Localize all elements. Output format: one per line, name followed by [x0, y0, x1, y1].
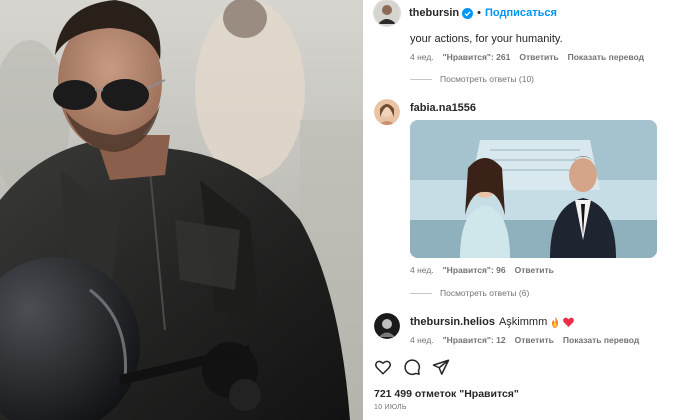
verified-badge-icon — [462, 7, 474, 19]
gif-illustration — [410, 120, 657, 258]
comment-likes[interactable]: "Нравится": 12 — [443, 335, 506, 345]
comment-text: Aşkimmm — [498, 316, 548, 328]
comment-time: 4 нед. — [410, 335, 434, 345]
view-replies-button[interactable]: Посмотреть ответы (10) — [410, 74, 534, 84]
comment-time: 4 нед. — [410, 52, 434, 62]
comment-gif-image[interactable] — [410, 120, 657, 258]
reply-button[interactable]: Ответить — [515, 265, 554, 275]
post-actions — [374, 358, 450, 376]
red-heart-icon — [563, 317, 575, 327]
comment-time: 4 нед. — [410, 265, 434, 275]
heart-icon[interactable] — [374, 358, 392, 376]
view-replies-label: Посмотреть ответы (10) — [440, 74, 534, 84]
share-icon[interactable] — [432, 358, 450, 376]
comment-username[interactable]: fabia.na1556 — [410, 102, 476, 114]
reply-button[interactable]: Ответить — [515, 335, 554, 345]
avatar[interactable] — [374, 313, 400, 339]
comment-text: your actions, for your humanity. — [410, 33, 563, 45]
avatar[interactable] — [374, 99, 400, 125]
reply-button[interactable]: Ответить — [519, 52, 558, 62]
post-panel: thebursin • Подписаться your actions, fo… — [363, 0, 680, 420]
view-replies-label: Посмотреть ответы (6) — [440, 288, 530, 298]
comment-username[interactable]: thebursin.helios — [410, 316, 495, 328]
comment-icon[interactable] — [403, 358, 421, 376]
comment-meta: 4 нед. "Нравится": 96 Ответить — [410, 265, 554, 275]
likes-count[interactable]: 721 499 отметок "Нравится" — [374, 388, 519, 400]
view-replies-button[interactable]: Посмотреть ответы (6) — [410, 288, 529, 298]
replies-divider — [410, 292, 432, 294]
comment-likes[interactable]: "Нравится": 261 — [443, 52, 511, 62]
post-header: thebursin • Подписаться — [363, 0, 680, 26]
post-date[interactable]: 10 ИЮЛЬ — [374, 404, 407, 411]
comment-meta: 4 нед. "Нравится": 12 Ответить Показать … — [410, 335, 639, 345]
comment-meta: 4 нед. "Нравится": 261 Ответить Показать… — [410, 52, 644, 62]
avatar[interactable] — [374, 0, 400, 26]
translate-button[interactable]: Показать перевод — [563, 335, 639, 345]
comment-body: thebursin.helios Aşkimmm — [410, 316, 575, 328]
post-photo-illustration — [0, 0, 363, 420]
comments-list[interactable]: your actions, for your humanity. 4 нед. … — [363, 26, 680, 350]
header-separator: • — [477, 7, 481, 19]
translate-button[interactable]: Показать перевод — [568, 52, 644, 62]
replies-divider — [410, 78, 432, 80]
fire-icon — [552, 316, 559, 328]
follow-button[interactable]: Подписаться — [485, 7, 557, 19]
header-username[interactable]: thebursin — [409, 7, 459, 19]
post-photo — [0, 0, 363, 420]
comment-likes[interactable]: "Нравится": 96 — [443, 265, 506, 275]
